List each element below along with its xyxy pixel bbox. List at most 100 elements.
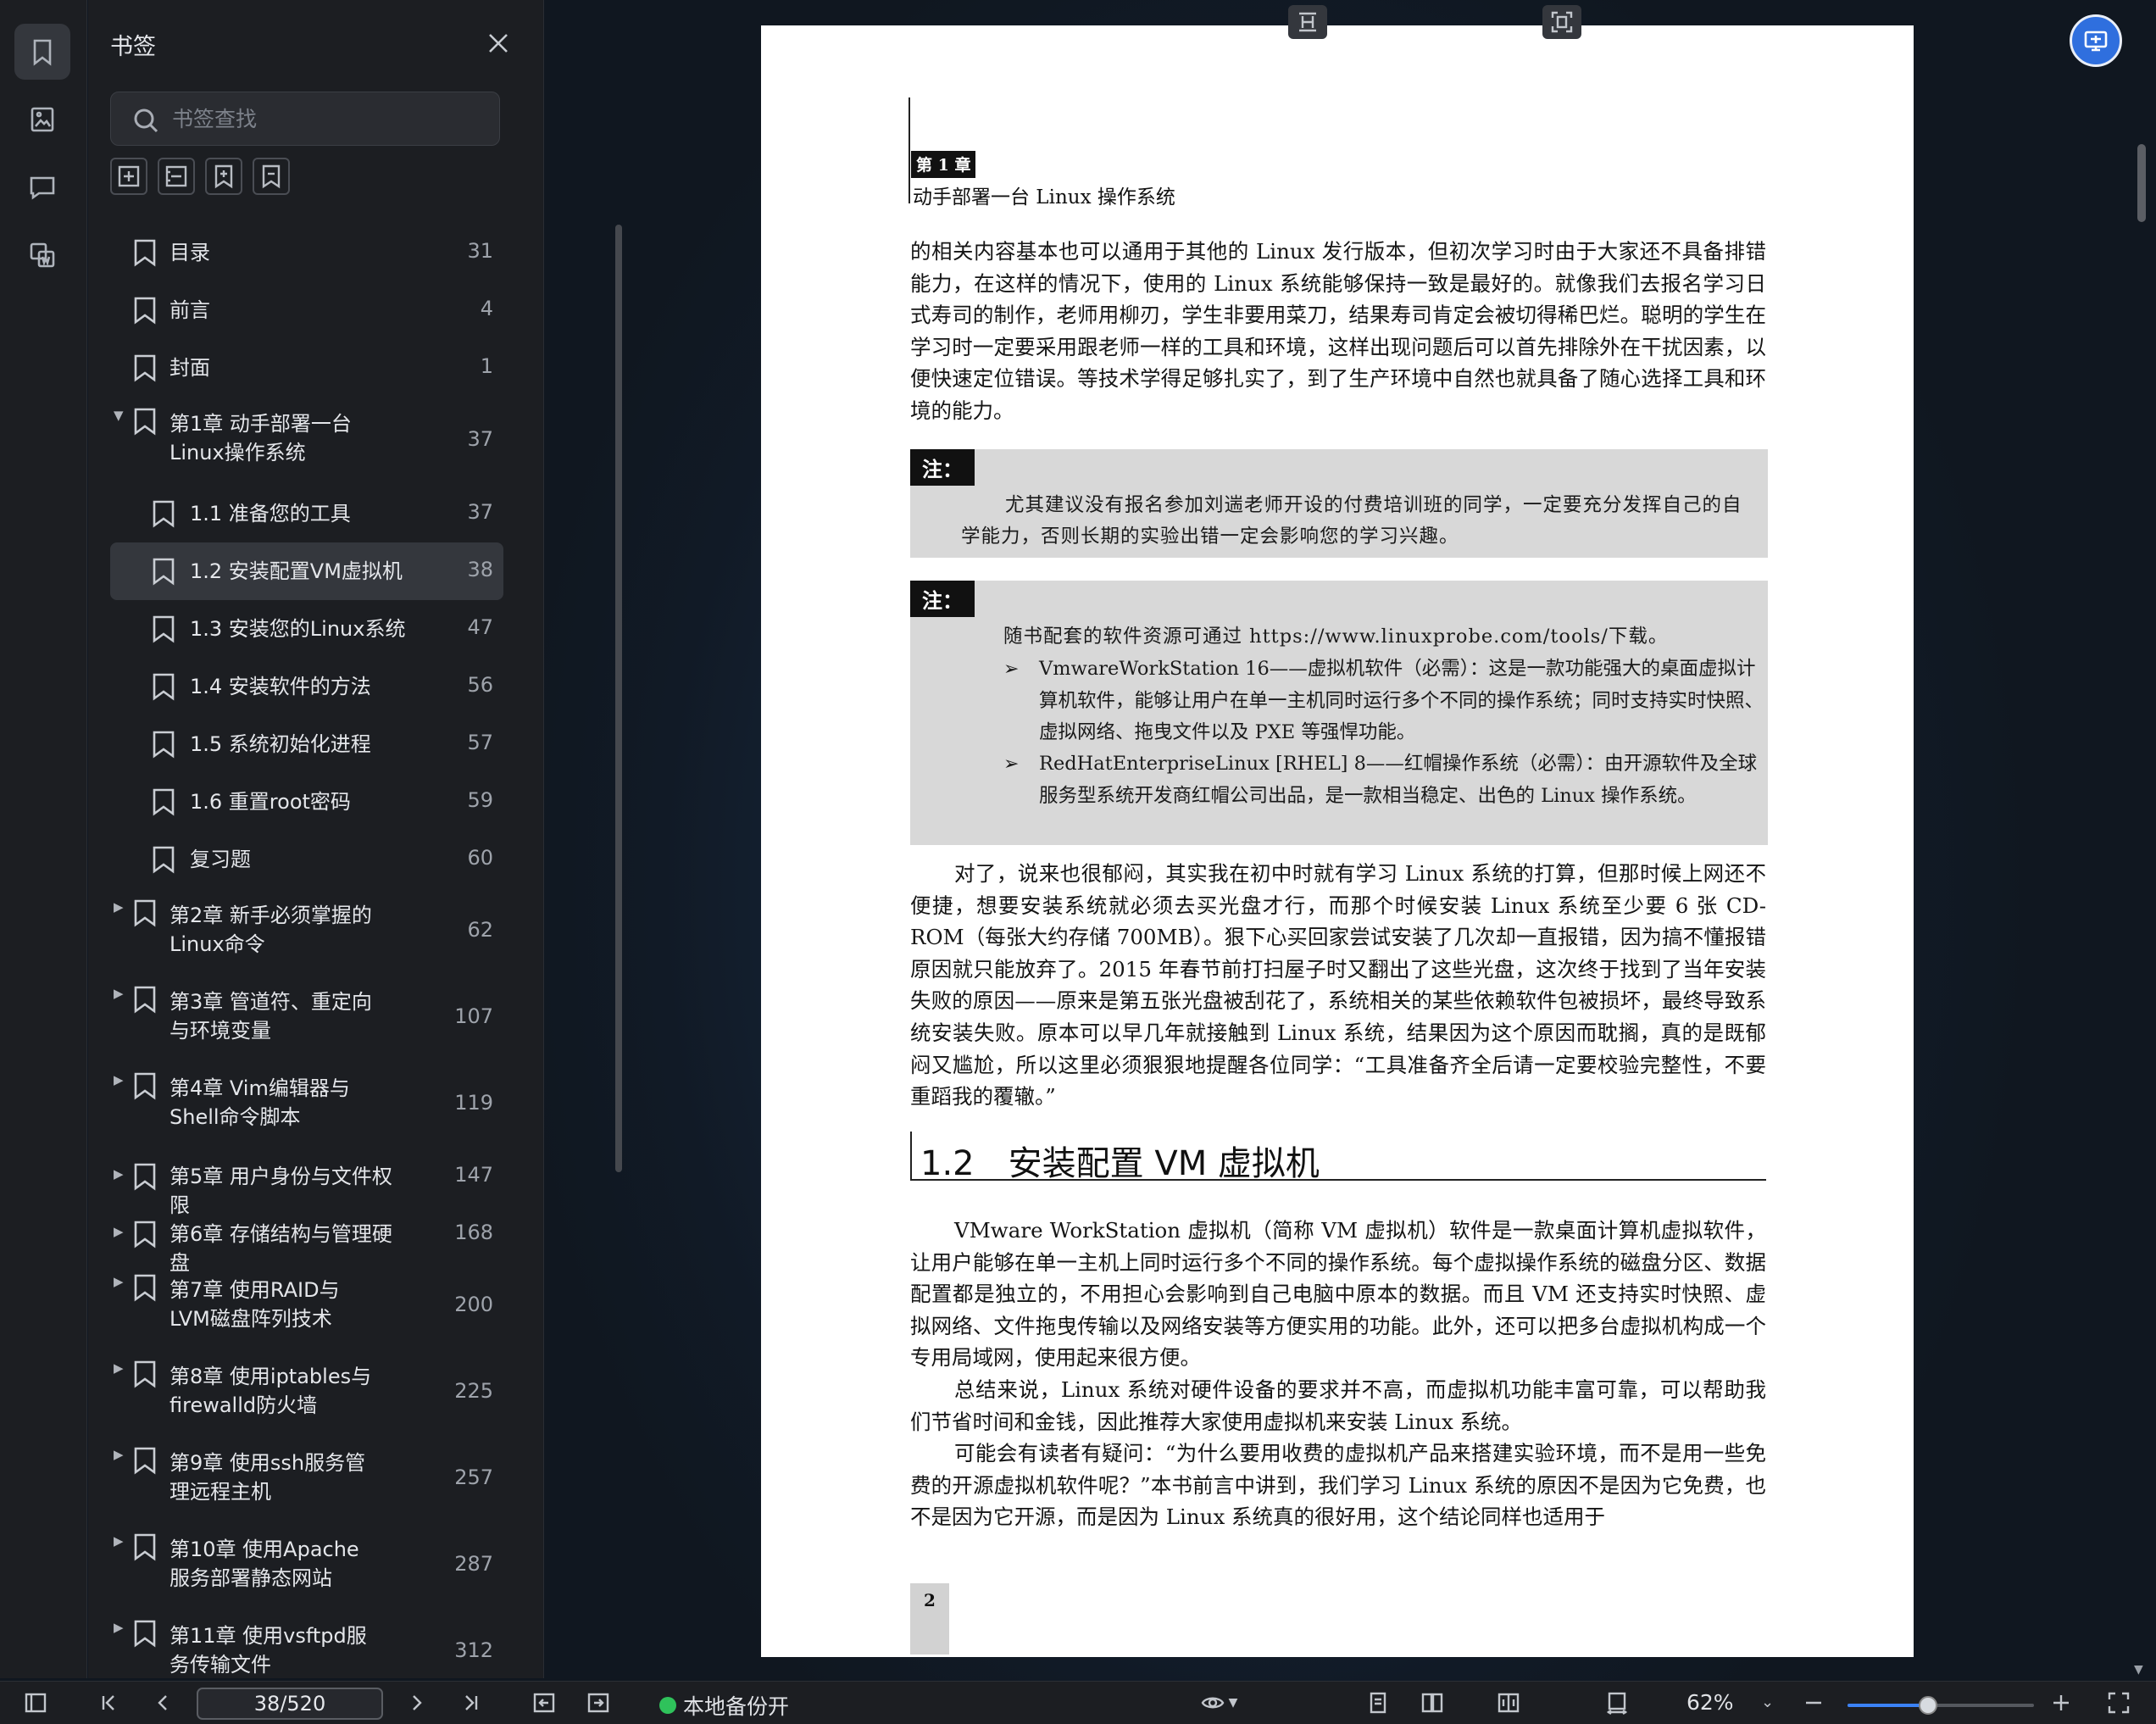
expand-chevron-right-icon[interactable]: ▶ (114, 1533, 127, 1549)
bookmark-icon (132, 1619, 158, 1648)
collapse-all-button[interactable] (158, 158, 195, 195)
forward-arrow-icon (587, 1693, 609, 1712)
backup-status-icon (659, 1697, 676, 1714)
zoom-in-button[interactable] (2046, 1681, 2076, 1724)
expand-chevron-right-icon[interactable]: ▶ (114, 1447, 127, 1462)
fit-width-button[interactable] (1600, 1681, 1634, 1724)
delete-bookmark-button[interactable] (253, 158, 290, 195)
fullscreen-icon (2108, 1692, 2130, 1713)
note-label: 注： (910, 581, 975, 617)
back-button[interactable] (527, 1681, 561, 1724)
expand-chevron-right-icon[interactable]: ▶ (114, 899, 127, 915)
expand-chevron-right-icon[interactable]: ▶ (114, 1072, 127, 1087)
bookmark-panel-button[interactable] (14, 24, 70, 80)
scroll-down-arrow-icon[interactable]: ▼ (2134, 1663, 2143, 1677)
bookmark-item[interactable]: 1.4 安装软件的方法 56 (110, 658, 503, 715)
next-page-button[interactable] (402, 1681, 432, 1724)
bookmark-search[interactable] (110, 92, 500, 146)
bookmark-scrollbar[interactable] (615, 225, 622, 1172)
single-page-button[interactable] (1361, 1681, 1395, 1724)
add-bookmark-button[interactable] (205, 158, 242, 195)
bookmark-list: 目录 31 前言 4 封面 1 ▼ 第1章 动手部署一台Linux操作系统 37 1.1 准备您的… (110, 224, 504, 1678)
expand-chevron-down-icon[interactable]: ▼ (114, 408, 127, 423)
first-page-icon (102, 1694, 114, 1710)
bookmark-label: 复习题 (190, 848, 251, 871)
expand-chevron-right-icon[interactable]: ▶ (114, 1360, 127, 1376)
document-scrollbar-thumb[interactable] (2137, 144, 2146, 222)
fit-page-icon (1551, 11, 1573, 33)
convert-icon (30, 242, 55, 268)
bookmark-label: 1.6 重置root密码 (190, 790, 351, 814)
convert-panel-button[interactable] (14, 227, 70, 283)
bookmark-item[interactable]: ▶ 第6章 存储结构与管理硬盘 168 (110, 1205, 503, 1275)
bookmark-search-input[interactable] (172, 92, 486, 145)
bookmark-item[interactable]: 1.6 重置root密码 59 (110, 773, 503, 831)
last-page-button[interactable] (456, 1681, 486, 1724)
first-page-button[interactable] (93, 1681, 124, 1724)
thumbnail-panel-button[interactable] (14, 92, 70, 147)
annotation-panel-button[interactable] (14, 159, 70, 215)
bookmark-item[interactable]: 封面 1 (110, 339, 503, 397)
paragraph-1: 的相关内容基本也可以通用于其他的 Linux 发行版本，但初次学习时由于大家还不… (910, 239, 1766, 423)
single-page-icon (1370, 1692, 1386, 1713)
bookmark-item[interactable]: ▶ 第5章 用户身份与文件权限 147 (110, 1148, 503, 1217)
expand-chevron-right-icon[interactable]: ▶ (114, 1166, 127, 1182)
bookmark-item[interactable]: 1.1 准备您的工具 37 (110, 485, 503, 542)
zoom-slider-handle[interactable] (1918, 1696, 1937, 1715)
bookmark-icon (151, 557, 176, 586)
bookmark-item[interactable]: 复习题 60 (110, 831, 503, 888)
bookmark-icon (132, 1220, 158, 1249)
forward-button[interactable] (581, 1681, 615, 1724)
bookmark-item[interactable]: ▶ 第8章 使用iptables与firewalld防火墙 225 (110, 1349, 503, 1436)
previous-page-button[interactable] (147, 1681, 178, 1724)
bookmark-item[interactable]: ▼ 第1章 动手部署一台Linux操作系统 37 (110, 397, 503, 485)
close-panel-button[interactable] (484, 29, 513, 58)
fullscreen-button[interactable] (2102, 1681, 2136, 1724)
zoom-slider[interactable] (1848, 1696, 2034, 1715)
floating-action-button[interactable] (2070, 14, 2122, 67)
chevron-down-icon: ▼ (1228, 1695, 1238, 1710)
bookmark-item[interactable]: 前言 4 (110, 281, 503, 339)
zoom-out-button[interactable] (1798, 1681, 1829, 1724)
bookmark-item[interactable]: 1.2 安装配置VM虚拟机 38 (110, 542, 503, 600)
running-head: 动手部署一台 Linux 操作系统 (913, 186, 1175, 209)
bookmark-item[interactable]: ▶ 第11章 使用vsftpd服务传输文件 312 (110, 1609, 503, 1678)
chapter-tag: 第 1 章 (911, 151, 976, 178)
bookmark-item[interactable]: ▶ 第7章 使用RAID与LVM磁盘阵列技术 200 (110, 1263, 503, 1349)
expand-chevron-right-icon[interactable]: ▶ (114, 1224, 127, 1239)
bookmark-item[interactable]: ▶ 第10章 使用Apache服务部署静态网站 287 (110, 1522, 503, 1609)
page-number-input[interactable]: 38/520 (197, 1688, 383, 1720)
expand-all-button[interactable] (110, 158, 147, 195)
bookmark-item[interactable]: 目录 31 (110, 224, 503, 281)
bookmark-label: 第8章 使用iptables与firewalld防火墙 (169, 1365, 372, 1417)
bookmark-icon (151, 787, 176, 816)
zoom-level[interactable]: 62% (1686, 1690, 1734, 1715)
bookmark-icon (33, 39, 52, 66)
image-icon (31, 107, 54, 132)
bookmark-label: 1.1 准备您的工具 (190, 502, 351, 526)
toggle-sidebar-button[interactable] (19, 1681, 53, 1724)
note-box-2: 注： 随书配套的软件资源可通过 https://www.linuxprobe.c… (910, 581, 1768, 845)
book-mode-button[interactable] (1492, 1681, 1525, 1724)
bookmark-item[interactable]: 1.3 安装您的Linux系统 47 (110, 600, 503, 658)
two-page-button[interactable] (1415, 1681, 1449, 1724)
screen-translate-icon (2084, 31, 2108, 52)
fit-page-button[interactable] (1542, 5, 1581, 39)
bookmark-label: 1.4 安装软件的方法 (190, 675, 371, 698)
expand-chevron-right-icon[interactable]: ▶ (114, 1274, 127, 1289)
continuous-scroll-button[interactable] (1288, 5, 1327, 39)
expand-chevron-right-icon[interactable]: ▶ (114, 1620, 127, 1635)
bookmark-item[interactable]: ▶ 第9章 使用ssh服务管理远程主机 257 (110, 1436, 503, 1522)
bookmark-item[interactable]: ▶ 第2章 新手必须掌握的Linux命令 62 (110, 888, 503, 975)
bookmark-page-number: 1 (480, 354, 493, 378)
bookmark-item[interactable]: ▶ 第3章 管道符、重定向与环境变量 107 (110, 975, 503, 1061)
bookmark-item[interactable]: 1.5 系统初始化进程 57 (110, 715, 503, 773)
eye-protection-button[interactable]: ▼ (1193, 1681, 1244, 1724)
zoom-dropdown-chevron-icon[interactable]: ⌄ (1761, 1693, 1774, 1711)
expand-chevron-right-icon[interactable]: ▶ (114, 986, 127, 1001)
bookmark-item[interactable]: ▶ 第4章 Vim编辑器与Shell命令脚本 119 (110, 1061, 503, 1148)
header-rule (909, 97, 910, 203)
bookmark-icon (151, 845, 176, 874)
local-backup-toggle[interactable]: 本地备份开 (659, 1690, 789, 1721)
document-scrollbar-track[interactable] (2131, 0, 2156, 1678)
